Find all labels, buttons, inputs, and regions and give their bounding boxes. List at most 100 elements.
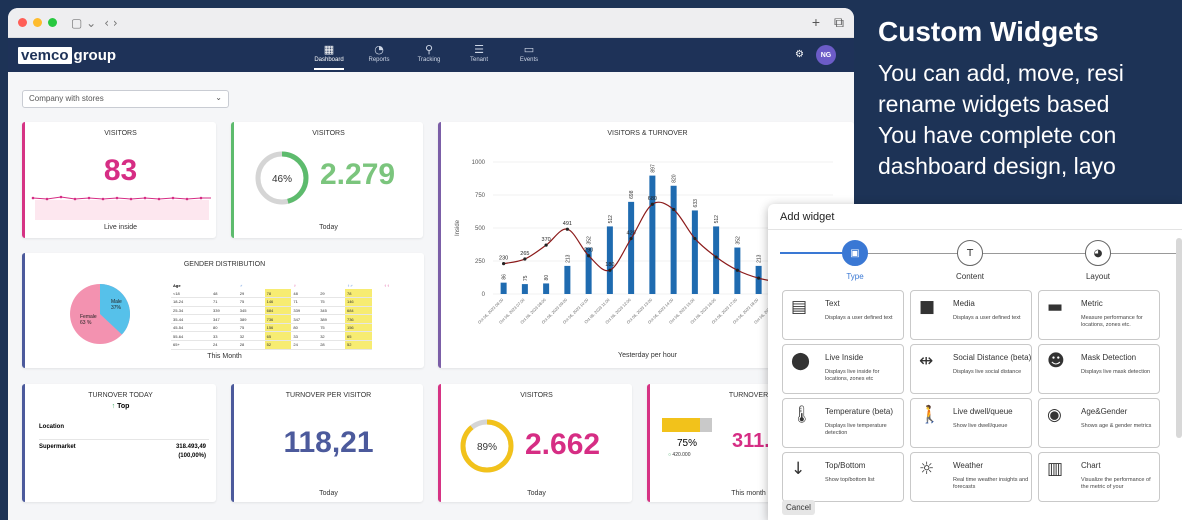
visitors-today-card[interactable]: VISITORS 46% 2.279 Today [231, 122, 423, 238]
visitors-ring-card[interactable]: VISITORS 89% 2.662 Today [438, 384, 632, 502]
maximize-dot[interactable] [48, 18, 57, 27]
widget-description: Visualize the performance of the metric … [1081, 477, 1151, 490]
svg-text:63 %: 63 % [80, 320, 92, 326]
close-dot[interactable] [18, 18, 27, 27]
card-footer: This Month [207, 353, 242, 360]
nav-dashboard[interactable]: ▦ Dashboard [304, 38, 354, 72]
card-title: VISITORS [520, 392, 553, 399]
main-nav: ▦ Dashboard ◔ Reports ⚲ Tracking ☰ Tenant ▭ E… [304, 38, 554, 72]
y-tick-label: 500 [475, 226, 486, 232]
promo-line: rename widgets based [878, 91, 1110, 117]
widget-description: Displays live inside for locations, zone… [825, 369, 880, 382]
bar-label: 512 [608, 215, 614, 224]
logo-box-text: vemco [18, 46, 72, 64]
visitors-ring: 89% [460, 419, 514, 473]
gender-distribution-card[interactable]: GENDER DISTRIBUTION Female 63 % Male 37%… [22, 253, 424, 368]
gender-cell: 29 [237, 289, 265, 299]
vemco-logo[interactable]: vemco group [18, 46, 116, 64]
widget-option-age-gender[interactable]: ◉ Age&Gender Shows age & gender metrics [1038, 398, 1160, 448]
gender-table-row: <18 48 29 78 48 29 78 [171, 289, 417, 299]
location-header: Location [39, 424, 64, 430]
nav-events[interactable]: ▭ Events [504, 38, 554, 72]
gender-table-row: 55-64 33 32 65 33 32 65 [171, 331, 417, 342]
gender-cell: 156 [344, 323, 372, 333]
promo-line: You have complete con [878, 122, 1117, 148]
gender-table-row: 65+ 24 28 52 24 28 52 [171, 340, 417, 350]
card-title: TURNOVER PER VISITOR [285, 392, 372, 399]
widget-option-mask-detection[interactable]: ☻ Mask Detection Displays live mask detect… [1038, 344, 1160, 394]
modal-scrollbar[interactable] [1176, 238, 1182, 438]
nav-label: Reports [368, 57, 390, 63]
tab-overview-icon[interactable]: ⧉ [834, 14, 844, 31]
widget-description: Displays live social distance [953, 369, 1022, 375]
bar-label: 897 [650, 164, 656, 173]
step-type[interactable]: ▣ Type [830, 240, 880, 281]
bar [755, 265, 762, 294]
widget-option-metric[interactable]: ▬ Metric Measure performance for locations… [1038, 290, 1160, 340]
sidebar-toggle-icon[interactable]: ▢ ⌄ [71, 16, 96, 30]
line-label: 230 [499, 256, 508, 262]
nav-reports[interactable]: ◔ Reports [354, 38, 404, 72]
gender-cell: 25-34 [171, 306, 211, 316]
widget-name: Text [825, 299, 840, 308]
line-point [587, 254, 591, 258]
widget-option-live-dwell-queue[interactable]: 🚶 Live dwell/queue Show live dwell/queue [910, 398, 1032, 448]
widget-name: Temperature (beta) [825, 407, 894, 416]
gender-pie: Female 63 % Male 37% [70, 284, 130, 344]
widget-name: Social Distance (beta) [953, 353, 1032, 362]
widget-option-temperature-beta[interactable]: 🌡 Temperature (beta) Displays live tempera… [782, 398, 904, 448]
step-content[interactable]: T Content [945, 240, 995, 281]
bar-label: 213 [757, 254, 763, 263]
turnover-today-card[interactable]: TURNOVER TODAY ↑ Top Location Supermarke… [22, 384, 216, 502]
widget-option-media[interactable]: ■ Media Displays a user defined text [910, 290, 1032, 340]
visitors-live-card[interactable]: VISITORS 83 Live inside [22, 122, 216, 238]
minimize-dot[interactable] [33, 18, 42, 27]
turnover-per-visitor-value: 118,21 [283, 426, 374, 459]
back-forward-icon[interactable]: ‹ › [104, 16, 117, 30]
bar [713, 226, 720, 294]
nav-label: Dashboard [314, 57, 344, 63]
widget-option-social-distance-beta[interactable]: ⇹ Social Distance (beta) Displays live soc… [910, 344, 1032, 394]
live-sparkline [31, 195, 211, 220]
line-point [757, 276, 761, 280]
line-point [523, 257, 527, 261]
layout-step-icon: ◕ [1085, 240, 1111, 266]
gender-table-header: Age ♂ ♀ ♀♂ ♀♀ [173, 282, 390, 288]
bar-label: 512 [714, 215, 720, 224]
mask-detection-icon: ☻ [1047, 351, 1065, 371]
line-label: 370 [542, 237, 551, 243]
widget-option-weather[interactable]: ☼ Weather Real time weather insights and f… [910, 452, 1032, 502]
new-tab-icon[interactable]: + [812, 14, 820, 31]
nav-tenant[interactable]: ☰ Tenant [454, 38, 504, 72]
widget-option-live-inside[interactable]: ⬤ Live Inside Displays live inside for loc… [782, 344, 904, 394]
gender-cell: 32 [318, 331, 345, 342]
visitors-today-value: 2.279 [320, 158, 396, 191]
bar-label: 213 [565, 254, 571, 263]
cancel-button[interactable]: Cancel [782, 500, 815, 515]
bar [521, 284, 528, 294]
chart-icon: ▥ [1047, 459, 1064, 479]
gender-cell: 55-64 [171, 331, 211, 342]
widget-description: Displays a user defined text [825, 315, 893, 321]
bar-label: 698 [629, 190, 635, 199]
widget-name: Live dwell/queue [953, 407, 1013, 416]
widget-name: Media [953, 299, 975, 308]
company-select[interactable]: Company with stores ⌄ [22, 90, 229, 108]
widget-option-text[interactable]: ▤ Text Displays a user defined text [782, 290, 904, 340]
user-avatar[interactable]: NG [816, 45, 836, 65]
line-label: 491 [563, 221, 572, 227]
chevron-down-icon: ⌄ [215, 93, 222, 102]
widget-name: Weather [953, 461, 984, 470]
gender-cell: 78 [344, 289, 372, 299]
widget-option-top-bottom[interactable]: ↓ Top/Bottom Show top/bottom list [782, 452, 904, 502]
app-header: vemco group ▦ Dashboard ◔ Reports ⚲ Trackin… [8, 38, 854, 72]
step-layout[interactable]: ◕ Layout [1073, 240, 1123, 281]
turnover-per-visitor-card[interactable]: TURNOVER PER VISITOR 118,21 Today [231, 384, 423, 502]
turnover-progress-percent: 75% [676, 438, 697, 449]
turnover-progress-bar [662, 418, 712, 432]
bar [500, 282, 507, 294]
settings-gear-icon[interactable]: ⚙ [795, 49, 804, 60]
promo-title: Custom Widgets [878, 16, 1099, 47]
nav-tracking[interactable]: ⚲ Tracking [404, 38, 454, 72]
widget-option-chart[interactable]: ▥ Chart Visualize the performance of the m… [1038, 452, 1160, 502]
